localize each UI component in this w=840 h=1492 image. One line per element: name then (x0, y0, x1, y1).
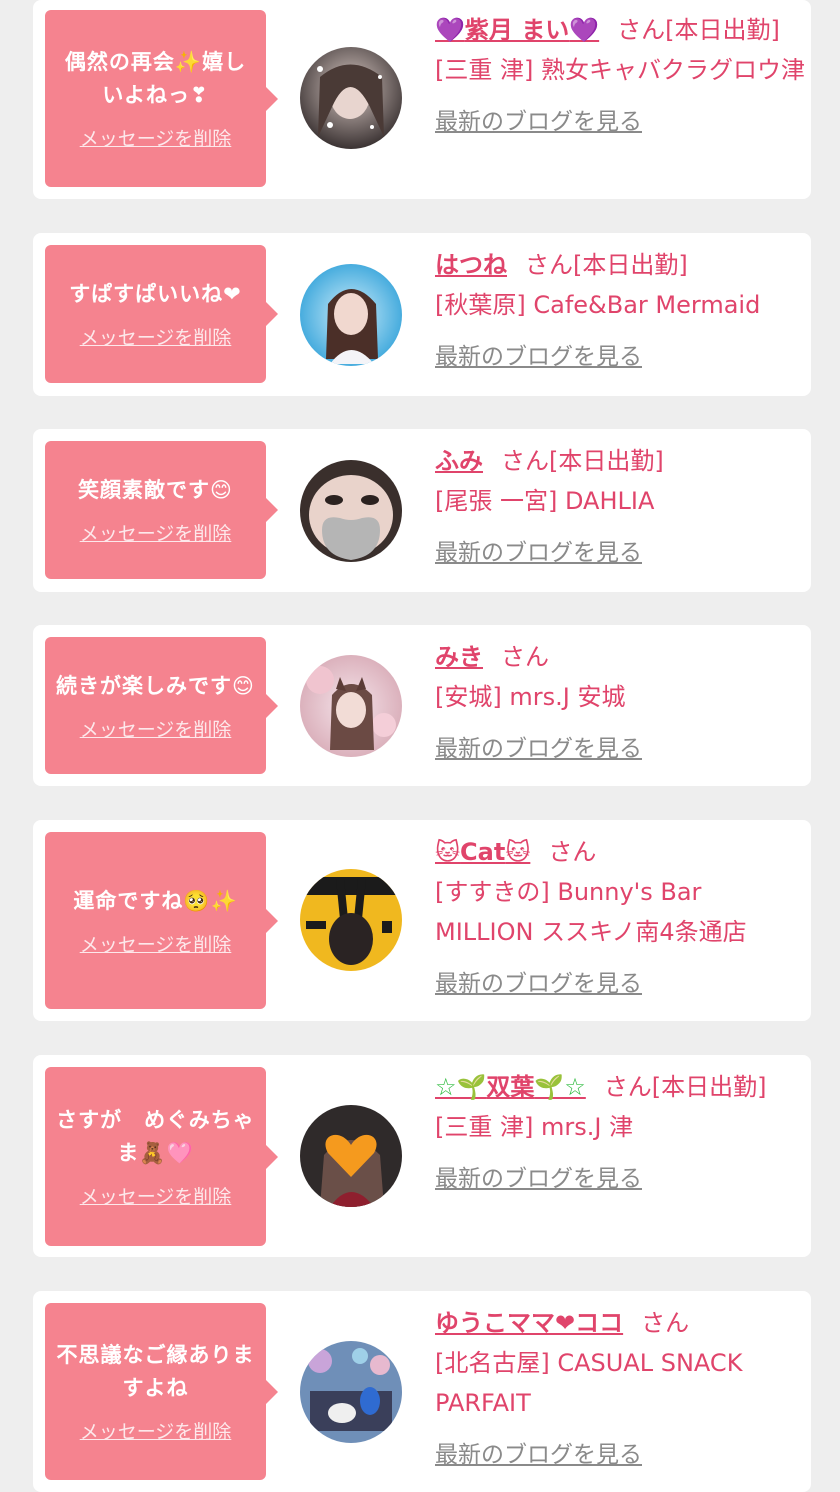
shop-name: [すすきの] Bunny's Bar MILLION ススキノ南4条通店 (435, 878, 747, 946)
blog-link[interactable]: 最新のブログを見る (435, 1435, 642, 1469)
message-bubble: 運命ですね🥺✨ メッセージを削除 (45, 832, 278, 1009)
shop-name: [北名古屋] CASUAL SNACK PARFAIT (435, 1349, 743, 1417)
message-bubble: 偶然の再会✨嬉しいよねっ❣ メッセージを削除 (45, 10, 278, 187)
message-bubble: 続きが楽しみです😊 メッセージを削除 (45, 637, 278, 774)
list-item: 偶然の再会✨嬉しいよねっ❣ メッセージを削除 💜紫月 まい💜 さん[本日出勤] [… (33, 0, 811, 199)
list-item: さすが めぐみちゃま🧸🩷 メッセージを削除 ☆🌱双葉🌱☆ さん[本日出勤] [三重… (33, 1055, 811, 1257)
list-item: 笑顔素敵です😊 メッセージを削除 ふみ さん[本日出勤] [尾張 一宮] DAHL… (33, 429, 811, 592)
message-text: さすが めぐみちゃま🧸🩷 (56, 1108, 255, 1165)
san-label: さん (501, 643, 549, 671)
message-text: 笑顔素敵です😊 (78, 478, 233, 502)
cast-name-link[interactable]: みき (435, 643, 483, 671)
message-text: 続きが楽しみです😊 (56, 673, 255, 698)
cast-name-link[interactable]: ふみ (435, 447, 483, 475)
list-item: 不思議なご縁ありますよね メッセージを削除 ゆうこママ❤ココ さん [北名古屋] … (33, 1291, 811, 1492)
delete-message-link[interactable]: メッセージを削除 (80, 323, 232, 350)
avatar[interactable] (300, 1105, 402, 1207)
san-label: さん[本日出勤] (617, 16, 780, 44)
blog-link[interactable]: 最新のブログを見る (435, 102, 642, 136)
list-item: すぱすぱいいね❤ メッセージを削除 はつね さん[本日出勤] [秋葉原] Cafe… (33, 233, 811, 396)
cast-name-link[interactable]: ☆🌱双葉🌱☆ (435, 1073, 586, 1101)
delete-message-link[interactable]: メッセージを削除 (80, 1417, 232, 1444)
shop-name: [秋葉原] Cafe&Bar Mermaid (435, 291, 761, 319)
shop-name: [尾張 一宮] DAHLIA (435, 487, 655, 515)
avatar[interactable] (300, 460, 402, 562)
cast-info: 💜紫月 まい💜 さん[本日出勤] [三重 津] 熟女キャバクラグロウ津 最新のブロ… (435, 10, 805, 136)
cast-name-link[interactable]: 💜紫月 まい💜 (435, 16, 599, 44)
shop-name: [安城] mrs.J 安城 (435, 683, 626, 711)
cast-name-link[interactable]: 🐱Cat🐱 (435, 838, 530, 866)
avatar[interactable] (300, 47, 402, 149)
cast-name-link[interactable]: はつね (435, 251, 507, 279)
message-text: すぱすぱいいね❤ (69, 282, 242, 306)
delete-message-link[interactable]: メッセージを削除 (80, 124, 232, 151)
delete-message-link[interactable]: メッセージを削除 (80, 1182, 232, 1209)
cast-info: ふみ さん[本日出勤] [尾張 一宮] DAHLIA 最新のブログを見る (435, 441, 805, 567)
message-text: 不思議なご縁ありますよね (56, 1343, 255, 1400)
message-bubble: 笑顔素敵です😊 メッセージを削除 (45, 441, 278, 579)
avatar[interactable] (300, 264, 402, 366)
san-label: さん (548, 838, 597, 866)
message-bubble: さすが めぐみちゃま🧸🩷 メッセージを削除 (45, 1067, 278, 1246)
blog-link[interactable]: 最新のブログを見る (435, 1159, 642, 1193)
san-label: さん (641, 1309, 690, 1337)
delete-message-link[interactable]: メッセージを削除 (80, 715, 232, 742)
delete-message-link[interactable]: メッセージを削除 (80, 930, 232, 957)
shop-name: [三重 津] mrs.J 津 (435, 1113, 634, 1141)
cast-info: 🐱Cat🐱 さん [すすきの] Bunny's Bar MILLION ススキノ南… (435, 832, 805, 998)
list-item: 運命ですね🥺✨ メッセージを削除 🐱Cat🐱 さん [すすきの] Bunny's … (33, 820, 811, 1021)
message-text: 運命ですね🥺✨ (73, 888, 238, 913)
san-label: さん[本日出勤] (501, 447, 664, 475)
avatar[interactable] (300, 869, 402, 971)
san-label: さん[本日出勤] (603, 1073, 767, 1101)
cast-info: ☆🌱双葉🌱☆ さん[本日出勤] [三重 津] mrs.J 津 最新のブログを見る (435, 1067, 805, 1193)
message-bubble: 不思議なご縁ありますよね メッセージを削除 (45, 1303, 278, 1480)
delete-message-link[interactable]: メッセージを削除 (80, 519, 232, 546)
blog-link[interactable]: 最新のブログを見る (435, 337, 642, 371)
cast-info: ゆうこママ❤ココ さん [北名古屋] CASUAL SNACK PARFAIT 最… (435, 1303, 805, 1469)
cast-info: はつね さん[本日出勤] [秋葉原] Cafe&Bar Mermaid 最新のブロ… (435, 245, 805, 371)
avatar[interactable] (300, 655, 402, 757)
san-label: さん[本日出勤] (525, 251, 688, 279)
message-bubble: すぱすぱいいね❤ メッセージを削除 (45, 245, 278, 383)
cast-name-link[interactable]: ゆうこママ❤ココ (435, 1309, 623, 1337)
blog-link[interactable]: 最新のブログを見る (435, 964, 642, 998)
list-item: 続きが楽しみです😊 メッセージを削除 みき さん [安城] mrs.J 安城 最新… (33, 625, 811, 786)
blog-link[interactable]: 最新のブログを見る (435, 729, 642, 763)
shop-name: [三重 津] 熟女キャバクラグロウ津 (435, 56, 805, 84)
message-text: 偶然の再会✨嬉しいよねっ❣ (64, 50, 247, 107)
blog-link[interactable]: 最新のブログを見る (435, 533, 642, 567)
cast-info: みき さん [安城] mrs.J 安城 最新のブログを見る (435, 637, 805, 763)
avatar[interactable] (300, 1341, 402, 1443)
